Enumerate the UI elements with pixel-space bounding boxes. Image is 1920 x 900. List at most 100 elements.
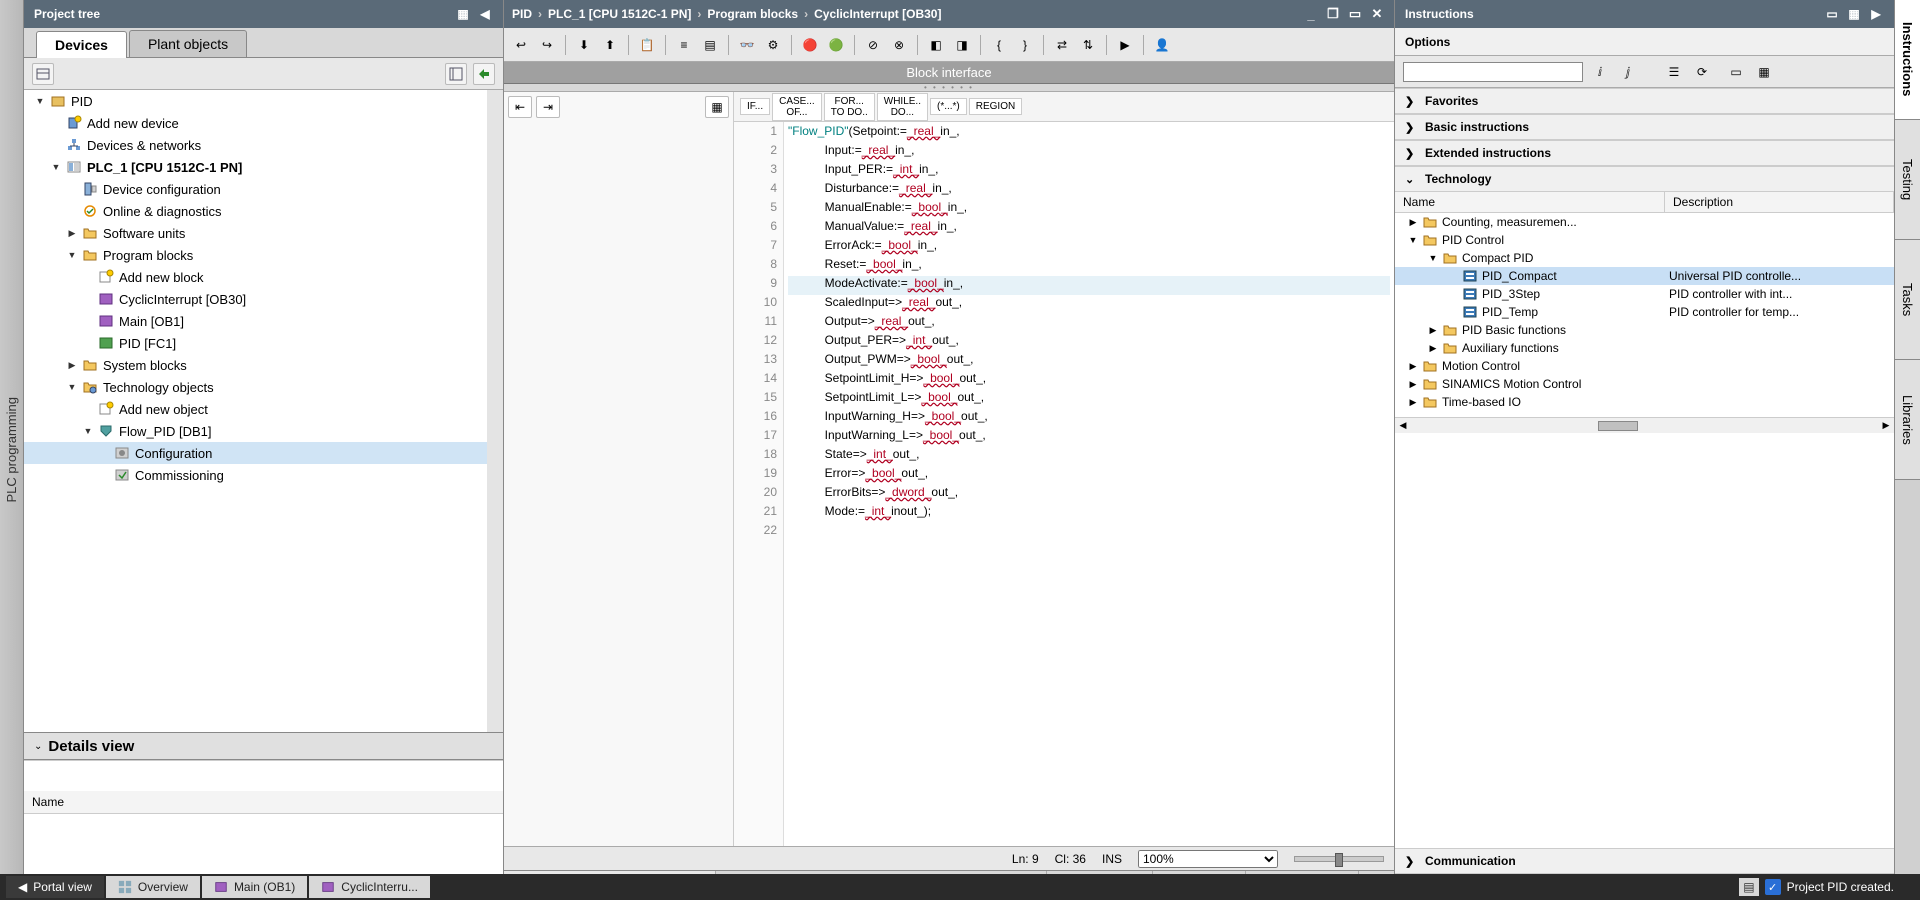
acc-favorites[interactable]: ❯Favorites xyxy=(1395,88,1894,114)
snippet-btn-4[interactable]: (*...*) xyxy=(930,98,967,115)
col-name[interactable]: Name xyxy=(1395,192,1665,212)
tree-node[interactable]: ▼Technology objects xyxy=(24,376,487,398)
view-icon-1[interactable]: ▭ xyxy=(1725,61,1747,83)
tree-node[interactable]: ▼Program blocks xyxy=(24,244,487,266)
code-line[interactable]: State=>_int_out_, xyxy=(788,447,1390,466)
tree-node[interactable]: ▼Flow_PID [DB1] xyxy=(24,420,487,442)
right-vtab-libraries[interactable]: Libraries xyxy=(1895,360,1920,480)
tree-expander-icon[interactable]: ▼ xyxy=(34,96,46,106)
tree-expander-icon[interactable]: ▼ xyxy=(66,382,78,392)
tree-node[interactable]: ▼PID xyxy=(24,90,487,112)
tree-node[interactable]: PID [FC1] xyxy=(24,332,487,354)
tree-expander-icon[interactable]: ▶ xyxy=(66,228,78,239)
code-line[interactable]: Input:=_real_in_, xyxy=(788,143,1390,162)
acc-extended[interactable]: ❯Extended instructions xyxy=(1395,140,1894,166)
snippet-btn-1[interactable]: CASE...OF... xyxy=(772,93,822,121)
instruction-row[interactable]: ▶Time-based IO xyxy=(1395,393,1894,411)
editor-toolbar-btn-26[interactable]: ⇄ xyxy=(1051,34,1073,56)
snippet-btn-0[interactable]: IF... xyxy=(740,98,770,115)
editor-toolbar-btn-24[interactable]: } xyxy=(1014,34,1036,56)
status-panel-icon[interactable]: ▤ xyxy=(1739,878,1758,896)
crumb-0[interactable]: PID xyxy=(512,7,532,21)
instruction-row[interactable]: ▶SINAMICS Motion Control xyxy=(1395,375,1894,393)
editor-toolbar-btn-21[interactable]: ◨ xyxy=(951,34,973,56)
tab-plant-objects[interactable]: Plant objects xyxy=(129,30,247,57)
editor-toolbar-btn-3[interactable]: ⬇ xyxy=(573,34,595,56)
panel-layout2-icon[interactable]: ▦ xyxy=(1846,6,1862,22)
code-line[interactable]: Reset:=_bool_in_, xyxy=(788,257,1390,276)
window-minimize-icon[interactable]: _ xyxy=(1302,6,1320,22)
left-vertical-tab[interactable]: PLC programming xyxy=(0,0,24,900)
instruction-row[interactable]: PID_TempPID controller for temp... xyxy=(1395,303,1894,321)
crumb-1[interactable]: PLC_1 [CPU 1512C-1 PN] xyxy=(548,7,691,21)
editor-toolbar-btn-12[interactable]: ⚙ xyxy=(762,34,784,56)
taskbar-item[interactable]: Overview xyxy=(106,876,200,898)
refresh-icon[interactable]: ⟳ xyxy=(1691,61,1713,83)
tree-node[interactable]: Online & diagnostics xyxy=(24,200,487,222)
editor-toolbar-btn-17[interactable]: ⊘ xyxy=(862,34,884,56)
code-line[interactable] xyxy=(788,523,1390,542)
taskbar-item[interactable]: Main (OB1) xyxy=(202,876,307,898)
col-desc[interactable]: Description xyxy=(1665,192,1894,212)
tab-devices[interactable]: Devices xyxy=(36,31,127,58)
code-line[interactable]: ErrorBits=>_dword_out_, xyxy=(788,485,1390,504)
code-line[interactable]: SetpointLimit_L=>_bool_out_, xyxy=(788,390,1390,409)
tree-node[interactable]: CyclicInterrupt [OB30] xyxy=(24,288,487,310)
instruction-row[interactable]: PID_CompactUniversal PID controlle... xyxy=(1395,267,1894,285)
tree-node[interactable]: ▶Software units xyxy=(24,222,487,244)
window-maximize-icon[interactable]: ▭ xyxy=(1346,6,1364,22)
options-bar[interactable]: Options xyxy=(1395,28,1894,56)
row-expander-icon[interactable]: ▶ xyxy=(1407,397,1419,408)
row-expander-icon[interactable]: ▶ xyxy=(1407,217,1419,228)
instruction-row[interactable]: PID_3StepPID controller with int... xyxy=(1395,285,1894,303)
code-line[interactable]: Disturbance:=_real_in_, xyxy=(788,181,1390,200)
editor-toolbar-btn-1[interactable]: ↪ xyxy=(536,34,558,56)
editor-toolbar-btn-20[interactable]: ◧ xyxy=(925,34,947,56)
instruction-row[interactable]: ▶Auxiliary functions xyxy=(1395,339,1894,357)
editor-toolbar-btn-31[interactable]: 👤 xyxy=(1151,34,1173,56)
tree-toolbar-btn-2[interactable] xyxy=(445,63,467,85)
code-line[interactable]: ScaledInput=>_real_out_, xyxy=(788,295,1390,314)
row-expander-icon[interactable]: ▶ xyxy=(1427,343,1439,354)
editor-toolbar-btn-23[interactable]: { xyxy=(988,34,1010,56)
filter-icon[interactable]: ☰ xyxy=(1663,61,1685,83)
code-line[interactable]: InputWarning_L=>_bool_out_, xyxy=(788,428,1390,447)
panel-layout-icon[interactable]: ▭ xyxy=(1824,6,1840,22)
editor-toolbar-btn-4[interactable]: ⬆ xyxy=(599,34,621,56)
tree-node[interactable]: Commissioning xyxy=(24,464,487,486)
row-expander-icon[interactable]: ▶ xyxy=(1427,325,1439,336)
snippet-btn-2[interactable]: FOR...TO DO.. xyxy=(824,93,875,121)
acc-technology[interactable]: ⌄Technology xyxy=(1395,166,1894,192)
tree-node[interactable]: ▼PLC_1 [CPU 1512C-1 PN] xyxy=(24,156,487,178)
instruction-row[interactable]: ▼PID Control xyxy=(1395,231,1894,249)
search-prev-icon[interactable]: ⅉ xyxy=(1617,61,1639,83)
code-line[interactable]: Error=>_bool_out_, xyxy=(788,466,1390,485)
editor-toolbar-btn-15[interactable]: 🟢 xyxy=(825,34,847,56)
scroll-up-icon[interactable]: ▲ xyxy=(487,90,503,105)
scroll-down-icon[interactable]: ▼ xyxy=(487,717,503,732)
rail-btn-outdent[interactable]: ⇤ xyxy=(508,96,532,118)
tree-node[interactable]: Add new block xyxy=(24,266,487,288)
portal-view-button[interactable]: ◀ Portal view xyxy=(6,876,104,898)
crumb-2[interactable]: Program blocks xyxy=(707,7,798,21)
code-line[interactable]: ManualValue:=_real_in_, xyxy=(788,219,1390,238)
code-line[interactable]: Input_PER:=_int_in_, xyxy=(788,162,1390,181)
right-vtab-instructions[interactable]: Instructions xyxy=(1895,0,1920,120)
window-restore-icon[interactable]: ❐ xyxy=(1324,6,1342,22)
tree-node[interactable]: ▶System blocks xyxy=(24,354,487,376)
taskbar-item[interactable]: CyclicInterru... xyxy=(309,876,430,898)
hscroll-left-icon[interactable]: ◀ xyxy=(1395,420,1411,431)
block-interface-bar[interactable]: Block interface xyxy=(504,62,1394,84)
zoom-slider[interactable] xyxy=(1294,856,1384,862)
code-line[interactable]: "Flow_PID"(Setpoint:=_real_in_, xyxy=(788,124,1390,143)
snippet-btn-5[interactable]: REGION xyxy=(969,98,1022,115)
hscroll-right-icon[interactable]: ▶ xyxy=(1878,420,1894,431)
tree-expander-icon[interactable]: ▶ xyxy=(66,360,78,371)
editor-toolbar-btn-0[interactable]: ↩ xyxy=(510,34,532,56)
editor-toolbar-btn-8[interactable]: ≡ xyxy=(673,34,695,56)
instruction-row[interactable]: ▼Compact PID xyxy=(1395,249,1894,267)
details-view-header[interactable]: ⌄ Details view xyxy=(24,732,503,760)
code-line[interactable]: InputWarning_H=>_bool_out_, xyxy=(788,409,1390,428)
code-line[interactable]: Output_PER=>_int_out_, xyxy=(788,333,1390,352)
tree-toolbar-btn-3[interactable] xyxy=(473,63,495,85)
